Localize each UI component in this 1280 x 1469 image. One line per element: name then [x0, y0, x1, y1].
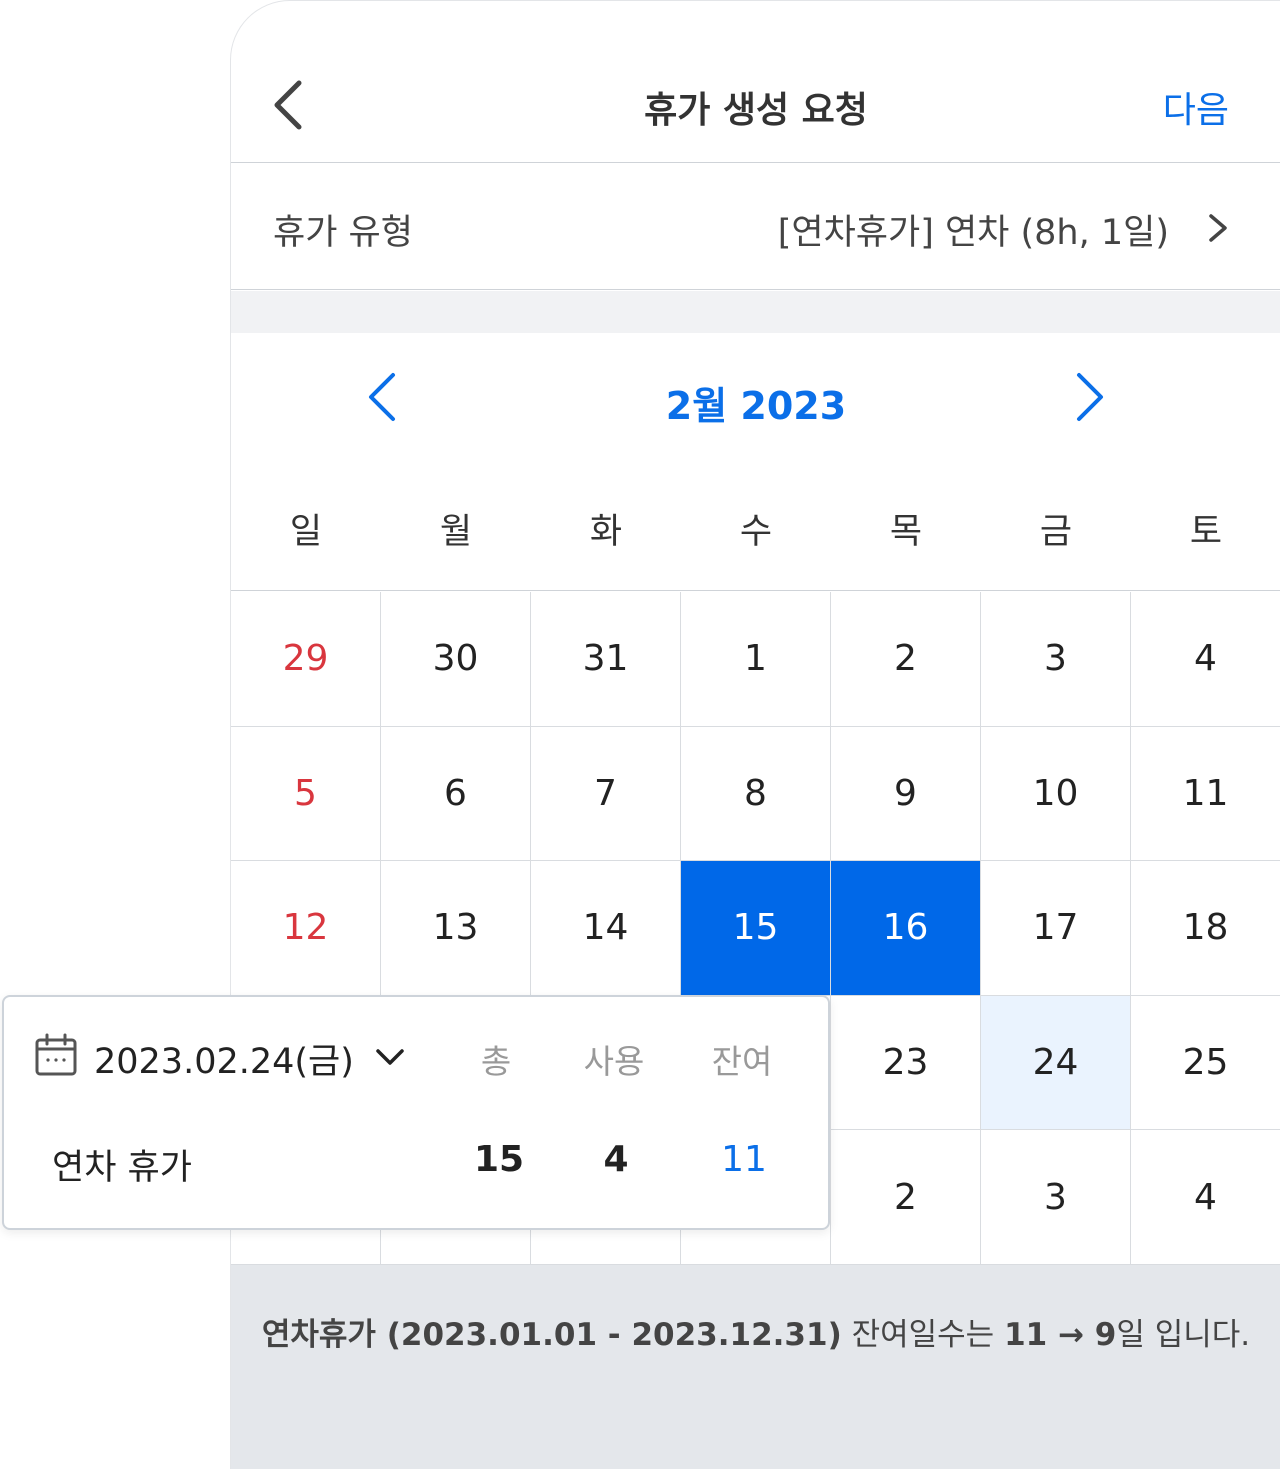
calendar-day[interactable]: 10: [981, 726, 1131, 862]
calendar-day[interactable]: 25: [1131, 996, 1280, 1131]
notice-mid: 잔여일수는: [841, 1317, 1005, 1353]
calendar-day[interactable]: 3: [981, 592, 1131, 727]
calendar-day[interactable]: 3: [981, 1130, 1131, 1265]
weekday-sat: 토: [1189, 512, 1223, 552]
calendar-day[interactable]: 31: [531, 592, 681, 727]
leave-balance-popup: 2023.02.24(금) 총 사용 잔여 연차 휴가 15 4 11: [2, 995, 830, 1230]
calendar-day[interactable]: 9: [831, 726, 981, 862]
calendar-day[interactable]: 18: [1131, 861, 1280, 996]
calendar-day[interactable]: 6: [381, 726, 531, 862]
used-value: 4: [603, 1139, 629, 1180]
calendar-day[interactable]: 5: [231, 726, 381, 862]
calendar-day[interactable]: 15: [681, 861, 831, 996]
remain-value: 11: [721, 1139, 767, 1180]
chevron-down-icon[interactable]: [374, 1045, 406, 1069]
remaining-days-notice: 연차휴가 (2023.01.01 - 2023.12.31) 잔여일수는 11 …: [231, 1265, 1280, 1469]
weekday-header: 일 월 화 수 목 금 토: [231, 471, 1280, 591]
calendar-icon: [35, 1033, 77, 1076]
notice-text: 연차휴가 (2023.01.01 - 2023.12.31) 잔여일수는 11 …: [231, 1309, 1280, 1354]
weekday-fri: 금: [1039, 512, 1073, 552]
month-title: 2월 2023: [665, 384, 847, 428]
weekday-thu: 목: [889, 512, 923, 552]
page-title: 휴가 생성 요청: [644, 90, 868, 131]
calendar-day[interactable]: 1: [681, 592, 831, 727]
notice-change: 11 → 9: [1004, 1317, 1117, 1353]
calendar-day[interactable]: 29: [231, 592, 381, 727]
weekday-mon: 월: [439, 512, 473, 552]
calendar-day[interactable]: 8: [681, 726, 831, 862]
app-header: 휴가 생성 요청 다음: [231, 1, 1280, 163]
calendar-day[interactable]: 16: [831, 861, 981, 996]
next-button[interactable]: 다음: [1163, 81, 1229, 133]
calendar-day[interactable]: 12: [231, 861, 381, 996]
notice-end: 일 입니다.: [1116, 1317, 1251, 1353]
calendar-day[interactable]: 11: [1131, 727, 1280, 862]
notice-period: 연차휴가 (2023.01.01 - 2023.12.31): [261, 1317, 842, 1353]
next-month-icon[interactable]: [1069, 371, 1109, 423]
calendar-day[interactable]: 17: [981, 861, 1131, 996]
weekday-sun: 일: [289, 512, 323, 552]
total-value: 15: [473, 1139, 525, 1180]
leave-type-label: 휴가 유형: [273, 213, 413, 253]
col-remain-header: 잔여: [711, 1042, 773, 1081]
col-total-header: 총: [480, 1042, 512, 1081]
section-divider: [231, 291, 1280, 333]
leave-type-value: [연차휴가] 연차 (8h, 1일): [777, 213, 1169, 253]
weekday-wed: 수: [739, 512, 773, 552]
phone-screen: 휴가 생성 요청 다음 휴가 유형 [연차휴가] 연차 (8h, 1일) 2월 …: [230, 0, 1280, 1469]
weekday-tue: 화: [589, 512, 623, 552]
popup-date[interactable]: 2023.02.24(금): [94, 1033, 354, 1084]
calendar-day[interactable]: 7: [531, 726, 681, 862]
chevron-right-icon: [1209, 214, 1227, 242]
calendar-day[interactable]: 13: [381, 861, 531, 996]
col-used-header: 사용: [583, 1042, 645, 1081]
calendar-day[interactable]: 2: [831, 592, 981, 727]
calendar-day[interactable]: 4: [1131, 1130, 1280, 1265]
calendar-day[interactable]: 2: [831, 1130, 981, 1265]
month-navigation: 2월 2023: [231, 333, 1280, 463]
leave-row-label: 연차 휴가: [52, 1148, 192, 1188]
calendar-day[interactable]: 30: [381, 592, 531, 727]
leave-type-selector[interactable]: 휴가 유형 [연차휴가] 연차 (8h, 1일): [231, 164, 1280, 290]
calendar-day[interactable]: 24: [981, 995, 1131, 1131]
calendar-day[interactable]: 4: [1131, 592, 1280, 727]
calendar-day[interactable]: 23: [831, 995, 981, 1131]
calendar-day[interactable]: 14: [531, 861, 681, 996]
